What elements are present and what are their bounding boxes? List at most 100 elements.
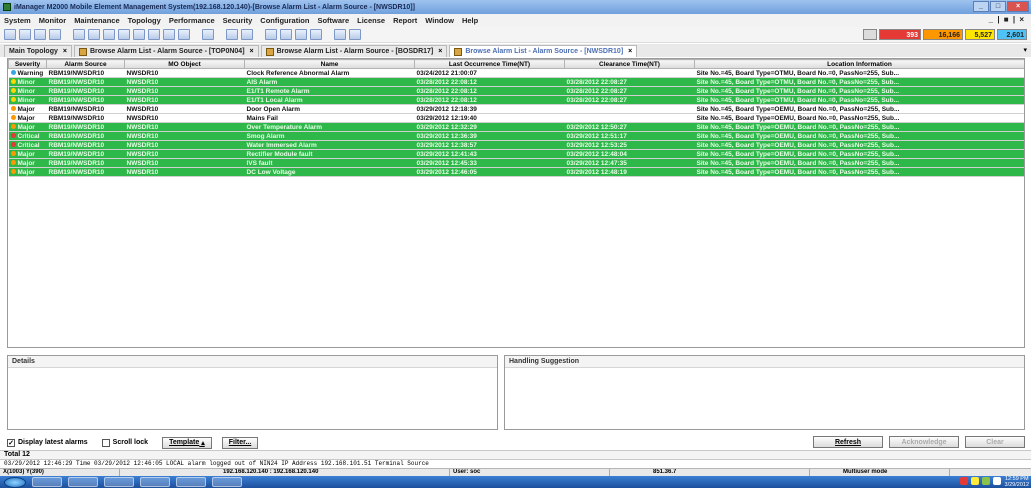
chevron-down-icon[interactable]: ▾ [1023, 46, 1027, 54]
menu-system[interactable]: System [4, 16, 31, 25]
close-icon[interactable]: × [250, 48, 254, 55]
checkbox-checked-icon[interactable]: ✓ [7, 438, 15, 447]
table-row[interactable]: Minor RBM19/NWSDR10 NWSDR10 E1/T1 Local Ala… [8, 95, 1024, 105]
network-icon[interactable] [34, 29, 46, 40]
alarm-bell-icon[interactable] [118, 29, 130, 40]
device-icon[interactable] [280, 29, 292, 40]
column-header[interactable]: Severity [8, 59, 47, 69]
tab-alarm-top0n04[interactable]: Browse Alarm List - Alarm Source - [TOP0… [73, 45, 259, 57]
lock-icon[interactable] [334, 29, 346, 40]
alarm-name-cell: E1/T1 Local Alarm [244, 95, 415, 105]
menu-software[interactable]: Software [317, 16, 349, 25]
severity-cell: Minor [8, 77, 47, 87]
software-icon[interactable] [295, 29, 307, 40]
menu-license[interactable]: License [357, 16, 385, 25]
filter-button[interactable]: Filter... [221, 436, 259, 449]
search-icon[interactable] [103, 29, 115, 40]
menu-security[interactable]: Security [223, 16, 253, 25]
tray-icon[interactable] [960, 477, 968, 485]
critical-severity-icon [10, 142, 16, 148]
tray-icon[interactable] [982, 477, 990, 485]
volume-icon[interactable] [993, 477, 1001, 485]
table-row[interactable]: Major RBM19/NWSDR10 NWSDR10 Over Temperatur… [8, 122, 1024, 132]
table-row[interactable]: Major RBM19/NWSDR10 NWSDR10 DC Low Voltage 0… [8, 167, 1024, 177]
column-header[interactable]: Location Information [694, 59, 1024, 69]
taskbar-explorer-icon[interactable] [68, 477, 98, 487]
alarm-counter-minor[interactable]: 5,527 [965, 29, 995, 40]
menu-configuration[interactable]: Configuration [260, 16, 309, 25]
chart-icon[interactable] [226, 29, 238, 40]
clear-button[interactable]: Clear [965, 436, 1025, 448]
filter-icon[interactable] [148, 29, 160, 40]
mo-object-cell: NWSDR10 [124, 131, 245, 141]
status-server-ip: 192.168.120.140 : 192.168.120.140 [220, 469, 450, 476]
table-row[interactable]: Critical RBM19/NWSDR10 NWSDR10 Water Immers… [8, 140, 1024, 150]
alarm-browse-icon[interactable] [73, 29, 85, 40]
tray-icon[interactable] [971, 477, 979, 485]
mdi-window-controls[interactable]: _ | ■ | × [989, 15, 1025, 24]
scroll-lock-checkbox[interactable]: Scroll lock [101, 438, 148, 447]
minimize-button[interactable]: _ [973, 1, 989, 12]
maximize-button[interactable]: □ [990, 1, 1006, 12]
menu-window[interactable]: Window [425, 16, 454, 25]
menu-report[interactable]: Report [393, 16, 417, 25]
taskbar-word-icon[interactable] [212, 477, 242, 487]
event-icon[interactable] [133, 29, 145, 40]
alarm-name-cell: Rectifier Module fault [244, 149, 415, 159]
back-icon[interactable] [19, 29, 31, 40]
exit-icon[interactable] [349, 29, 361, 40]
location-cell: Site No.=45, Board Type=OEMU, Board No.=… [694, 113, 1024, 123]
table-row[interactable]: Major RBM19/NWSDR10 NWSDR10 Mains Fail 03/29… [8, 113, 1024, 123]
alarm-counter-major[interactable]: 16,166 [923, 29, 963, 40]
menu-performance[interactable]: Performance [169, 16, 215, 25]
close-icon[interactable]: × [438, 48, 442, 55]
start-button-icon[interactable] [4, 476, 26, 488]
column-header[interactable]: MO Object [124, 59, 245, 69]
table-row[interactable]: Critical RBM19/NWSDR10 NWSDR10 Smog Alarm 03… [8, 131, 1024, 141]
grid-icon[interactable] [202, 29, 214, 40]
table-row[interactable]: Minor RBM19/NWSDR10 NWSDR10 E1/T1 Remote Al… [8, 86, 1024, 96]
alarm-query-icon[interactable] [88, 29, 100, 40]
table-row[interactable]: Minor RBM19/NWSDR10 NWSDR10 AIS Alarm 03/28/… [8, 77, 1024, 87]
monitor-icon[interactable] [49, 29, 61, 40]
table-icon[interactable] [241, 29, 253, 40]
menu-help[interactable]: Help [462, 16, 478, 25]
menu-monitor[interactable]: Monitor [39, 16, 67, 25]
template-button[interactable]: Template ▴ [162, 436, 212, 449]
topology-icon[interactable] [4, 29, 16, 40]
table-row[interactable]: Major RBM19/NWSDR10 NWSDR10 Rectifier Modul… [8, 149, 1024, 159]
taskbar-m2000-icon[interactable] [140, 477, 170, 487]
column-header[interactable]: Alarm Source [46, 59, 125, 69]
tab-main-topology[interactable]: Main Topology × [4, 45, 72, 57]
tab-alarm-nwsdr10[interactable]: Browse Alarm List - Alarm Source - [NWSD… [449, 45, 638, 57]
column-header[interactable]: Last Occurrence Time(NT) [414, 59, 565, 69]
close-icon[interactable]: × [63, 48, 67, 55]
alarm-counter-warning[interactable]: 2,601 [997, 29, 1027, 40]
display-latest-checkbox[interactable]: ✓ Display latest alarms [7, 438, 88, 447]
taskbar-app-icon[interactable] [104, 477, 134, 487]
license-icon[interactable] [310, 29, 322, 40]
column-header[interactable]: Clearance Time(NT) [564, 59, 695, 69]
alarm-counter-sound[interactable] [863, 29, 877, 40]
taskbar-ie-icon[interactable] [32, 477, 62, 487]
refresh-button[interactable]: Refresh [813, 436, 883, 448]
tab-alarm-bosdr17[interactable]: Browse Alarm List - Alarm Source - [BOSD… [260, 45, 448, 57]
checkbox-unchecked-icon[interactable] [101, 438, 110, 447]
menu-topology[interactable]: Topology [128, 16, 161, 25]
table-row[interactable]: Warning RBM19/NWSDR10 NWSDR10 Clock Referen… [8, 68, 1024, 78]
alarm-counter-critical[interactable]: 393 [879, 29, 921, 40]
close-button[interactable]: × [1007, 1, 1029, 12]
mo-object-cell: NWSDR10 [124, 158, 245, 168]
taskbar-clock[interactable]: 12:59 PM 3/29/2012 [1005, 476, 1029, 488]
log-icon[interactable] [163, 29, 175, 40]
acknowledge-button[interactable]: Acknowledge [889, 436, 959, 448]
taskbar-excel-icon[interactable] [176, 477, 206, 487]
menu-maintenance[interactable]: Maintenance [74, 16, 119, 25]
table-row[interactable]: Major RBM19/NWSDR10 NWSDR10 Door Open Alarm… [8, 104, 1024, 114]
close-icon[interactable]: × [628, 48, 632, 55]
table-row[interactable]: Major RBM19/NWSDR10 NWSDR10 IVS fault 03/29/… [8, 158, 1024, 168]
report-icon[interactable] [178, 29, 190, 40]
config-icon[interactable] [265, 29, 277, 40]
column-header[interactable]: Name [244, 59, 415, 69]
alarm-source-cell: RBM19/NWSDR10 [46, 68, 125, 78]
